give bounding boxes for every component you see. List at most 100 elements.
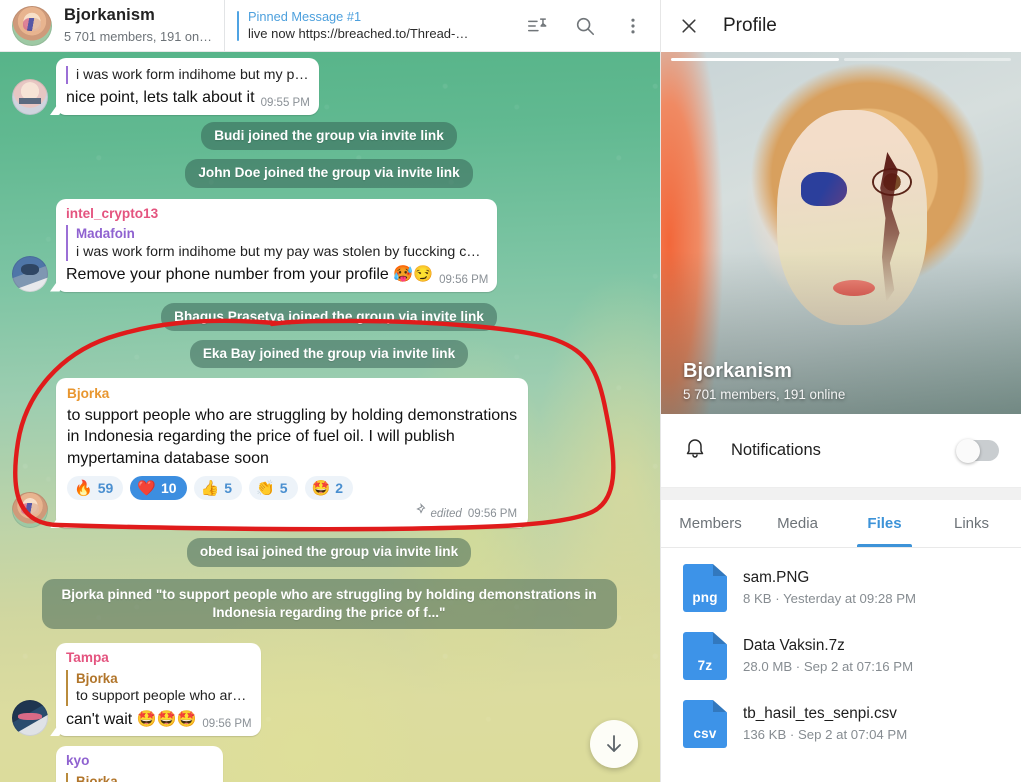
message-sender[interactable]: Bjorka — [67, 385, 517, 403]
toggle-knob — [956, 439, 980, 463]
avatar[interactable] — [12, 256, 48, 292]
message-list: i was work form indihome but my p… nice … — [0, 52, 660, 782]
search-icon[interactable] — [572, 13, 598, 39]
message-text: nice point, lets talk about it — [66, 87, 255, 109]
reaction-starstruck[interactable]: 🤩 2 — [305, 476, 353, 500]
tab-members[interactable]: Members — [667, 500, 754, 547]
message-bubble[interactable]: i was work form indihome but my p… nice … — [56, 58, 319, 115]
reaction-count: 59 — [98, 480, 114, 496]
file-name: sam.PNG — [743, 568, 916, 588]
message-row: Tampa Bjorka to support people who ar… c… — [0, 643, 660, 736]
file-extension-label: csv — [683, 726, 727, 741]
telegram-window: Bjorkanism 5 701 members, 191 on… Pinned… — [0, 0, 1021, 782]
chat-members-count: 5 701 members, 191 on… — [64, 28, 212, 45]
message-bubble[interactable]: intel_crypto13 Madafoin i was work form … — [56, 199, 497, 292]
reaction-clap[interactable]: 👏 5 — [249, 476, 297, 500]
service-message: Bhagus Prasetya joined the group via inv… — [161, 303, 497, 331]
tab-media[interactable]: Media — [754, 500, 841, 547]
message-time: 09:56 PM — [439, 274, 488, 286]
message-sender[interactable]: intel_crypto13 — [66, 205, 488, 223]
more-vertical-icon[interactable] — [620, 13, 646, 39]
close-icon[interactable] — [677, 14, 701, 38]
reply-quote[interactable]: Bjorka to support people w… — [66, 773, 214, 782]
service-row: John Doe joined the group via invite lin… — [0, 159, 660, 187]
pinned-message-banner[interactable]: Pinned Message #1 live now https://breac… — [224, 0, 510, 51]
scroll-to-bottom-button[interactable] — [590, 720, 638, 768]
profile-name: Bjorkanism — [683, 359, 845, 384]
profile-pane: Profile Bjorkanism 5 701 members, 191 on… — [660, 0, 1021, 782]
chat-title-block[interactable]: Bjorkanism 5 701 members, 191 on… — [64, 6, 212, 45]
service-row: Eka Bay joined the group via invite link — [0, 340, 660, 368]
avatar[interactable] — [12, 79, 48, 115]
fire-emoji-icon: 🔥 — [74, 479, 93, 497]
pinned-message-label: Pinned Message #1 — [248, 8, 468, 25]
photo-pagination[interactable] — [671, 58, 1011, 61]
message-text-line: in Indonesia regarding the price of fuel… — [67, 426, 517, 448]
message-text: Remove your phone number from your profi… — [66, 264, 433, 286]
reaction-count: 5 — [224, 480, 232, 496]
tab-links[interactable]: Links — [928, 500, 1015, 547]
files-list: png sam.PNG 8 KB · Yesterday at 09:28 PM… — [661, 548, 1021, 764]
reply-sender: Bjorka — [76, 670, 252, 687]
reaction-thumbsup[interactable]: 👍 5 — [194, 476, 242, 500]
message-sender[interactable]: kyo — [66, 752, 214, 770]
chat-header: Bjorkanism 5 701 members, 191 on… Pinned… — [0, 0, 660, 52]
message-row-highlighted: Bjorka to support people who are struggl… — [0, 378, 660, 528]
notifications-toggle[interactable] — [957, 440, 999, 461]
photo-pagination-segment[interactable] — [844, 58, 1012, 61]
profile-photo[interactable]: Bjorkanism 5 701 members, 191 online — [661, 52, 1021, 414]
profile-tabs: Members Media Files Links — [661, 500, 1021, 548]
message-text-line: to support people who are struggling by … — [67, 405, 517, 427]
reaction-fire[interactable]: 🔥 59 — [67, 476, 123, 500]
service-row: obed isai joined the group via invite li… — [0, 538, 660, 566]
notifications-row[interactable]: Notifications — [661, 414, 1021, 488]
service-message: Eka Bay joined the group via invite link — [190, 340, 468, 368]
reaction-count: 5 — [280, 480, 288, 496]
tab-label: Links — [954, 515, 989, 532]
bell-icon — [683, 436, 707, 465]
avatar[interactable] — [12, 492, 48, 528]
service-message: obed isai joined the group via invite li… — [187, 538, 471, 566]
message-bubble[interactable]: Bjorka to support people who are struggl… — [56, 378, 528, 528]
file-row[interactable]: 7z Data Vaksin.7z 28.0 MB · Sep 2 at 07:… — [661, 622, 1021, 690]
starstruck-emoji-icon: 🤩 — [312, 479, 331, 497]
message-row: i was work form indihome but my p… nice … — [0, 58, 660, 115]
service-message: John Doe joined the group via invite lin… — [185, 159, 472, 187]
tab-label: Media — [777, 515, 818, 532]
chat-avatar[interactable] — [12, 6, 52, 46]
message-time: 09:56 PM — [468, 508, 517, 520]
profile-title: Profile — [723, 15, 777, 37]
tab-files[interactable]: Files — [841, 500, 928, 547]
message-row: intel_crypto13 Madafoin i was work form … — [0, 199, 660, 292]
avatar[interactable] — [12, 700, 48, 736]
message-sender[interactable]: Tampa — [66, 649, 252, 667]
pinned-accent-bar — [237, 11, 239, 41]
file-meta: 8 KB · Yesterday at 09:28 PM — [743, 590, 916, 608]
pinned-messages-icon[interactable] — [524, 13, 550, 39]
section-divider — [661, 488, 1021, 500]
message-bubble[interactable]: kyo Bjorka to support people w… seriosly… — [56, 746, 223, 782]
reaction-heart[interactable]: ❤️ 10 — [130, 476, 186, 500]
reply-quote[interactable]: Bjorka to support people who ar… — [66, 670, 252, 706]
service-message: Budi joined the group via invite link — [201, 122, 457, 150]
reply-sender: Bjorka — [76, 773, 214, 782]
reaction-count: 2 — [335, 480, 343, 496]
reply-quote[interactable]: Madafoin i was work form indihome but my… — [66, 225, 488, 261]
file-type-icon: png — [683, 564, 727, 612]
photo-pagination-segment[interactable] — [671, 58, 839, 61]
header-actions — [510, 13, 646, 39]
service-row: Budi joined the group via invite link — [0, 122, 660, 150]
chat-title: Bjorkanism — [64, 6, 212, 26]
file-row[interactable]: png sam.PNG 8 KB · Yesterday at 09:28 PM — [661, 554, 1021, 622]
reply-text: i was work form indihome but my pay was … — [76, 243, 488, 261]
message-bubble[interactable]: Tampa Bjorka to support people who ar… c… — [56, 643, 261, 736]
edited-pin-icon — [414, 502, 426, 520]
file-row[interactable]: csv tb_hasil_tes_senpi.csv 136 KB · Sep … — [661, 690, 1021, 758]
profile-members: 5 701 members, 191 online — [683, 387, 845, 402]
message-meta: edited 09:56 PM — [67, 502, 517, 520]
reaction-count: 10 — [161, 480, 177, 496]
reply-quote[interactable]: i was work form indihome but my p… — [66, 66, 310, 84]
heart-emoji-icon: ❤️ — [137, 479, 156, 497]
file-extension-label: png — [683, 590, 727, 605]
message-text-line: mypertamina database soon — [67, 448, 517, 470]
